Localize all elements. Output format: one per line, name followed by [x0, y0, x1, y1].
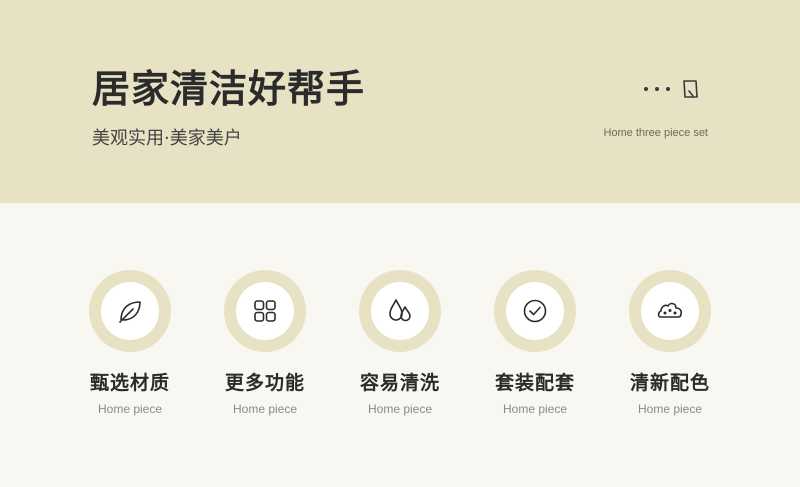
feature-title: 套装配套	[494, 372, 575, 394]
feature-title: 清新配色	[629, 372, 710, 394]
feature-icon-ring	[89, 270, 171, 352]
feature-icon-ring	[359, 270, 441, 352]
feature-item: 更多功能 Home piece	[200, 270, 330, 430]
feature-subtitle: Home piece	[97, 402, 163, 416]
feature-title: 容易清洗	[359, 372, 440, 394]
feature-item: 清新配色 Home piece	[605, 270, 735, 430]
english-tag: Home three piece set	[603, 127, 708, 139]
feature-icon-ring	[494, 270, 576, 352]
water-drops-icon	[389, 299, 411, 322]
feature-subtitle: Home piece	[502, 402, 568, 416]
feature-item: 容易清洗 Home piece	[335, 270, 465, 430]
feature-item: 套装配套 Home piece	[470, 270, 600, 430]
feature-icon-ring	[224, 270, 306, 352]
more-dots-icon	[644, 87, 670, 91]
palette-icon	[657, 302, 683, 318]
document-icon	[683, 80, 698, 98]
header-icons	[644, 77, 714, 101]
feature-title: 更多功能	[224, 372, 305, 394]
page-title: 居家清洁好帮手	[92, 67, 366, 111]
feature-icon-ring	[629, 270, 711, 352]
feature-item: 甄选材质 Home piece	[65, 270, 195, 430]
feature-subtitle: Home piece	[637, 402, 703, 416]
check-circle-icon	[523, 299, 547, 323]
feature-subtitle: Home piece	[367, 402, 433, 416]
feature-subtitle: Home piece	[232, 402, 298, 416]
feature-title: 甄选材质	[89, 372, 170, 394]
feature-list: 甄选材质 Home piece 更多功能 Home piece 容易清洗 Hom…	[65, 270, 735, 430]
page-subtitle: 美观实用·美家美户	[92, 128, 242, 149]
leaf-icon	[119, 301, 141, 323]
grid-icon	[254, 300, 276, 322]
